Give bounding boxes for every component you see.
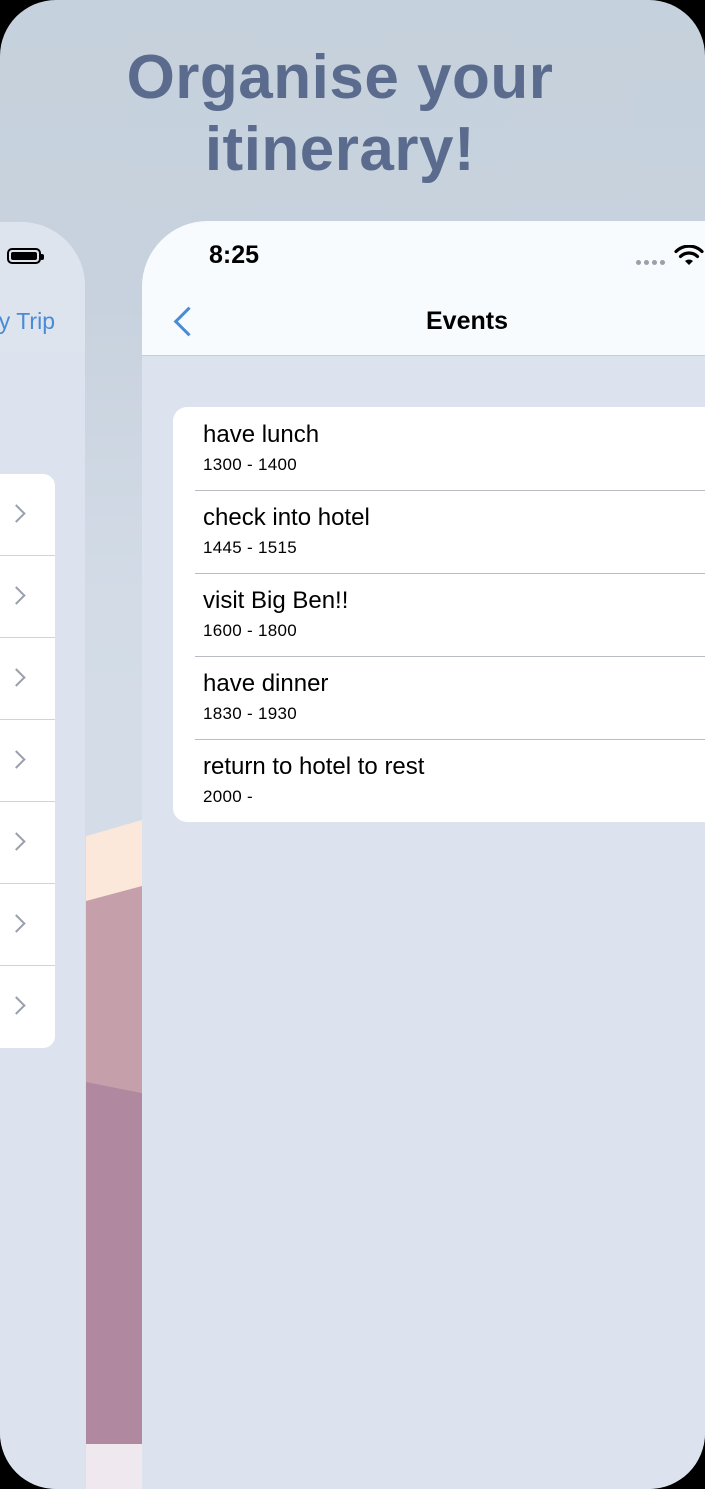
list-item[interactable] bbox=[0, 474, 55, 556]
navigation-bar: 8:25 Events bbox=[142, 221, 705, 356]
chevron-right-icon bbox=[7, 914, 26, 933]
event-time: 2000 - bbox=[203, 787, 254, 806]
background-wave bbox=[86, 1082, 142, 1452]
chevron-right-icon bbox=[7, 504, 26, 523]
list-item[interactable] bbox=[0, 556, 55, 638]
event-time: 1300 - 1400 bbox=[203, 455, 298, 474]
event-title: return to hotel to rest bbox=[203, 753, 425, 780]
status-time: 8:25 bbox=[209, 241, 260, 269]
background-wave bbox=[86, 886, 142, 1101]
left-phone-screen: y Trip bbox=[0, 222, 85, 1489]
chevron-right-icon bbox=[7, 668, 26, 687]
chevron-right-icon bbox=[7, 832, 26, 851]
trip-list bbox=[0, 474, 55, 1048]
left-nav-bar: y Trip bbox=[0, 222, 85, 352]
signal-icon bbox=[636, 260, 665, 265]
list-item[interactable] bbox=[0, 720, 55, 802]
list-item[interactable]: visit Big Ben!! 1600 - 1800 bbox=[173, 573, 705, 656]
new-trip-link[interactable]: y Trip bbox=[0, 308, 55, 335]
event-title: check into hotel bbox=[203, 504, 370, 531]
list-item[interactable]: check into hotel 1445 - 1515 bbox=[173, 490, 705, 573]
list-item[interactable]: have lunch 1300 - 1400 bbox=[173, 407, 705, 490]
battery-icon bbox=[7, 248, 44, 264]
events-phone-screen: 8:25 Events have lunch 1300 - 1400 check… bbox=[142, 221, 705, 1489]
list-item[interactable] bbox=[0, 638, 55, 720]
list-item[interactable]: return to hotel to rest 2000 - bbox=[173, 739, 705, 822]
event-title: have lunch bbox=[203, 421, 320, 448]
chevron-right-icon bbox=[7, 996, 26, 1015]
event-time: 1830 - 1930 bbox=[203, 704, 298, 723]
event-time: 1445 - 1515 bbox=[203, 538, 298, 557]
list-item[interactable] bbox=[0, 884, 55, 966]
events-list: have lunch 1300 - 1400 check into hotel … bbox=[173, 407, 705, 822]
page-title: Events bbox=[426, 307, 508, 335]
event-title: visit Big Ben!! bbox=[203, 587, 349, 614]
chevron-right-icon bbox=[7, 586, 26, 605]
background-wave bbox=[86, 1444, 142, 1489]
event-time: 1600 - 1800 bbox=[203, 621, 298, 640]
list-item[interactable] bbox=[0, 802, 55, 884]
app-store-screenshot: Organise your itinerary! y Trip 8:25 Eve… bbox=[0, 0, 705, 1489]
chevron-right-icon bbox=[7, 750, 26, 769]
headline: Organise your itinerary! bbox=[126, 43, 554, 184]
wifi-icon bbox=[674, 245, 704, 265]
list-item[interactable] bbox=[0, 966, 55, 1048]
event-title: have dinner bbox=[203, 670, 329, 697]
list-item[interactable]: have dinner 1830 - 1930 bbox=[173, 656, 705, 739]
